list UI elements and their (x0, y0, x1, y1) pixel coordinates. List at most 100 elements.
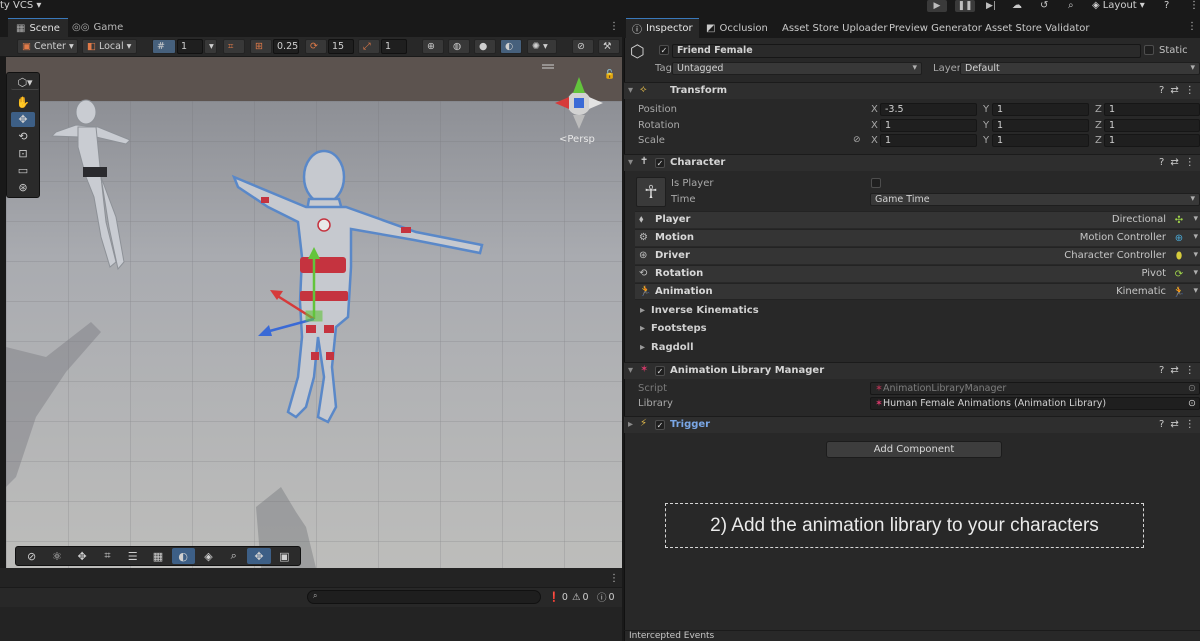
trigger-header[interactable]: ▸ ⚡ ✓ Trigger ? ⇄ ⋮ (624, 416, 1200, 433)
help-icon[interactable]: ? (1164, 0, 1169, 11)
pan-tool[interactable]: ✥ (247, 548, 271, 564)
module-row-rotation[interactable]: ⟲ Rotation Pivot ⟳ ▾ (635, 265, 1200, 282)
shaded-toggle[interactable]: ● (474, 39, 496, 54)
more-icon[interactable]: ⋮ (1185, 157, 1195, 168)
help-icon[interactable]: ? (1159, 419, 1164, 430)
help-icon[interactable]: ? (1159, 85, 1164, 96)
help-icon[interactable]: ? (1159, 365, 1164, 376)
rotate-tool[interactable]: ⟲ (11, 129, 35, 144)
bones-tool[interactable]: ⌗ (96, 548, 119, 564)
error-count-toggle[interactable]: ❗ 0 (548, 590, 568, 604)
pivot-dropdown[interactable]: ▣ Center ▾ (17, 39, 78, 54)
move-tool[interactable]: ✥ (11, 112, 35, 127)
light-tool[interactable]: ◐ (171, 548, 195, 564)
tab-inspector[interactable]: ⓘ Inspector (626, 18, 699, 38)
cloud-icon[interactable]: ☁ (1012, 0, 1022, 11)
globe-toggle[interactable]: ⊕ (422, 39, 444, 54)
tools-toggle[interactable]: ⚒ (598, 39, 620, 54)
character-header[interactable]: ▾ ✝ ✓ Character ? ⇄ ⋮ (624, 154, 1200, 171)
wireframe-toggle[interactable]: ◍ (448, 39, 470, 54)
chevron-down-icon[interactable]: ▾ (1193, 250, 1198, 260)
active-checkbox[interactable]: ✓ (659, 45, 669, 55)
object-picker-icon[interactable]: ⊙ (1188, 398, 1196, 409)
character-enabled-checkbox[interactable]: ✓ (655, 158, 665, 168)
space-dropdown[interactable]: ◧ Local ▾ (82, 39, 137, 54)
grid-dropdown[interactable]: ▾ (204, 39, 217, 54)
align-tool[interactable]: ☰ (121, 548, 144, 564)
foldout-ragdoll[interactable]: Ragdoll (640, 342, 694, 353)
visibility-toggle[interactable]: ⊘ (572, 39, 594, 54)
position-x-field[interactable]: -3.5 (880, 103, 977, 116)
preset-icon[interactable]: ⇄ (1170, 419, 1178, 430)
history-icon[interactable]: ↺ (1040, 0, 1048, 11)
search-icon[interactable]: ⌕ (1068, 0, 1074, 11)
tab-occlusion[interactable]: ◩ Occlusion (700, 18, 774, 38)
layout-dropdown[interactable]: ◈ Layout ▾ (1092, 0, 1145, 11)
tab-game[interactable]: ◎◎ Game (64, 18, 131, 37)
rotation-x-field[interactable]: 1 (880, 119, 977, 132)
tab-asset-store-validator[interactable]: Asset Store Validator (979, 18, 1096, 38)
chevron-down-icon[interactable]: ▾ (1193, 286, 1198, 296)
lock-icon[interactable]: 🔓 (604, 70, 615, 80)
grid-toggle[interactable]: # (152, 39, 176, 54)
grid-size-field[interactable]: 1 (177, 39, 203, 54)
is-player-checkbox[interactable] (871, 178, 881, 188)
view-options-button[interactable]: ⬡▾ (11, 75, 39, 90)
snap-toggle[interactable]: ⌗ (223, 39, 245, 54)
transform-header[interactable]: ▾ ⟡ Transform ? ⇄ ⋮ (624, 82, 1200, 99)
scale-snap-field[interactable]: 1 (381, 39, 407, 54)
scale-y-field[interactable]: 1 (992, 134, 1089, 147)
chevron-down-icon[interactable]: ▾ (1193, 214, 1198, 224)
scene-viewport[interactable]: <Persp 🔓 (6, 57, 622, 568)
scale-snap-toggle[interactable]: ⤢ (358, 39, 380, 54)
capsule-icon[interactable]: ⬮ (1168, 249, 1190, 264)
kinematic-icon[interactable]: 🏃 (1168, 285, 1190, 300)
static-checkbox[interactable] (1144, 45, 1154, 55)
compass-tool[interactable]: ⊘ (20, 548, 43, 564)
more-icon[interactable]: ⋮ (609, 21, 619, 32)
scale-tool[interactable]: ⊡ (11, 146, 35, 161)
chevron-down-icon[interactable]: ▾ (1193, 268, 1198, 278)
more-icon[interactable]: ⋮ (1185, 365, 1195, 376)
tag-dropdown[interactable]: Untagged (672, 62, 922, 75)
preset-icon[interactable]: ⇄ (1170, 365, 1178, 376)
increment-snap-toggle[interactable]: ⊞ (250, 39, 272, 54)
object-name-input[interactable]: Friend Female (672, 44, 1141, 58)
hand-tool[interactable]: ✋ (11, 95, 35, 110)
preset-icon[interactable]: ⇄ (1170, 85, 1178, 96)
add-component-button[interactable]: Add Component (826, 441, 1002, 458)
message-count-toggle[interactable]: ⓘ 0 (597, 590, 615, 605)
orientation-gizmo[interactable] (555, 77, 603, 129)
pivot-icon[interactable]: ⟳ (1168, 267, 1190, 282)
library-field[interactable]: ✶Human Female Animations (Animation Libr… (870, 397, 1200, 410)
scale-z-field[interactable]: 1 (1104, 134, 1200, 147)
step-button[interactable]: ▶| (981, 0, 1001, 12)
foldout-inverse-kinematics[interactable]: Inverse Kinematics (640, 305, 759, 316)
navigation-tool[interactable]: ✥ (71, 548, 94, 564)
more-icon[interactable]: ⋮ (1187, 21, 1197, 32)
vcs-menu[interactable]: ty VCS ▾ (0, 0, 41, 11)
module-row-motion[interactable]: ⚙ Motion Motion Controller ⊕ ▾ (635, 229, 1200, 246)
link-icon[interactable]: ⊘ (853, 135, 861, 145)
position-z-field[interactable]: 1 (1104, 103, 1200, 116)
module-row-player[interactable]: ⬧ Player Directional ✣ ▾ (635, 211, 1200, 228)
persp-label[interactable]: <Persp (559, 134, 595, 145)
play-button[interactable]: ▶ (927, 0, 947, 12)
help-icon[interactable]: ? (1159, 157, 1164, 168)
tab-asset-store-uploader[interactable]: Asset Store Uploader (776, 18, 893, 38)
foldout-footsteps[interactable]: Footsteps (640, 323, 707, 334)
more-icon[interactable]: ⋮ (1185, 419, 1195, 430)
tab-scene[interactable]: ▦ Scene (8, 18, 68, 37)
rotation-z-field[interactable]: 1 (1104, 119, 1200, 132)
more-icon[interactable]: ⋮ (609, 573, 619, 584)
shaded-wire-toggle[interactable]: ◐ (500, 39, 522, 54)
transform-tool[interactable]: ⊛ (11, 180, 35, 195)
camera-tool[interactable]: ▣ (273, 548, 296, 564)
layer-dropdown[interactable]: Default (960, 62, 1200, 75)
warning-count-toggle[interactable]: ⚠ 0 (572, 590, 589, 604)
more-icon[interactable]: ⋮ (1185, 85, 1195, 96)
pause-button[interactable]: ❚❚ (955, 0, 975, 12)
more-icon[interactable]: ⋮ (1189, 0, 1199, 11)
console-search-input[interactable]: ⌕ (307, 590, 541, 604)
physics-tool[interactable]: ⚛ (45, 548, 68, 564)
